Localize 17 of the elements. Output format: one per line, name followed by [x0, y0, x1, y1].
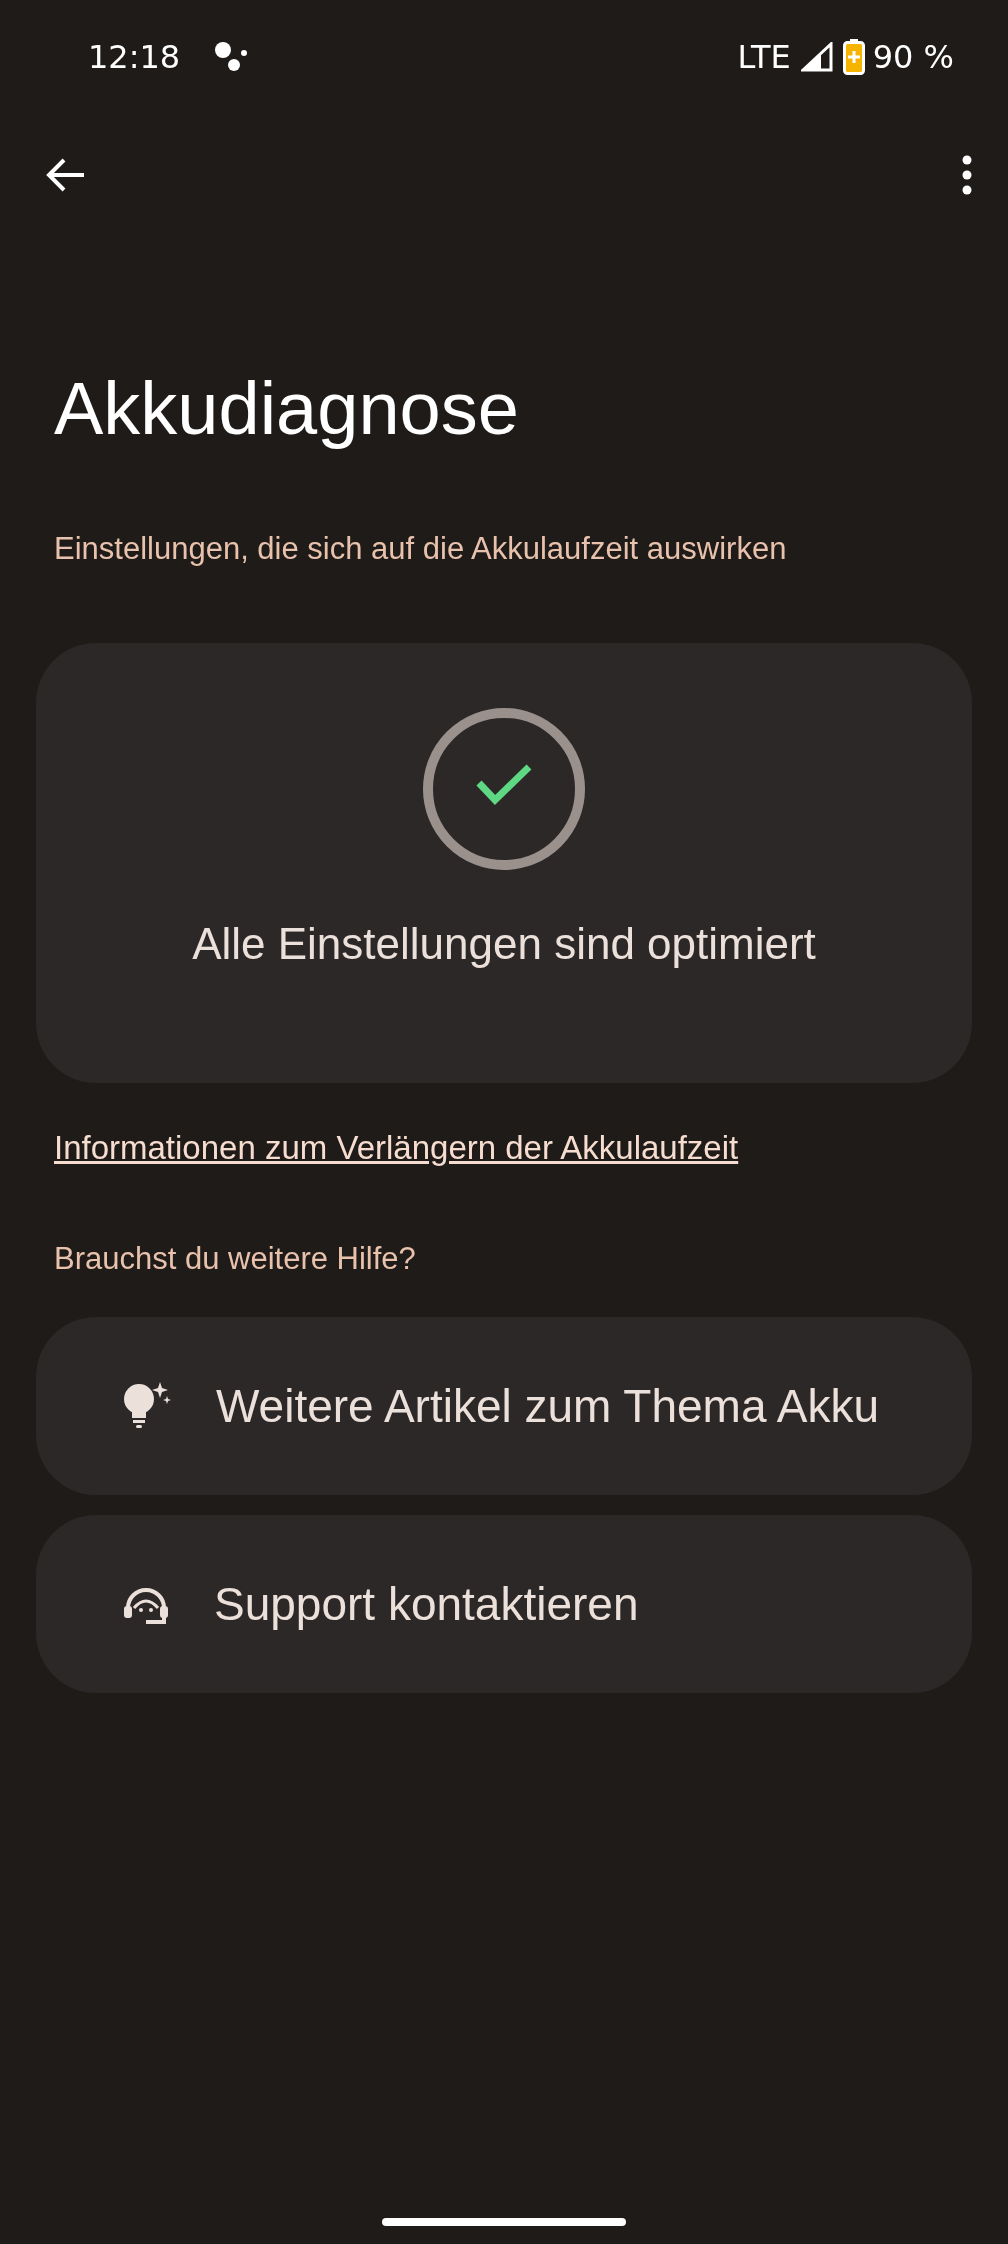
check-circle-icon	[422, 707, 586, 871]
assistant-dots-icon	[214, 41, 249, 73]
battery-icon	[842, 39, 865, 75]
more-options-icon[interactable]	[962, 155, 972, 195]
network-type: LTE	[737, 38, 791, 76]
status-time: 12:18	[88, 38, 181, 76]
info-link[interactable]: Informationen zum Verlängern der Akkulaufzeit	[54, 1129, 739, 1167]
help-item[interactable]: Weitere Artikel zum Thema Akku	[36, 1317, 972, 1495]
lightbulb-icon	[122, 1382, 172, 1430]
signal-icon	[800, 42, 833, 72]
section-heading: Einstellungen, die sich auf die Akkulaufzeit auswirken	[54, 531, 788, 567]
battery-percentage: 90 %	[872, 38, 954, 76]
page-title: Akkudiagnose	[54, 366, 520, 451]
status-message: Alle Einstellungen sind optimiert	[192, 919, 816, 969]
help-item[interactable]: Support kontaktieren	[36, 1515, 972, 1693]
help-heading: Brauchst du weitere Hilfe?	[54, 1241, 417, 1277]
back-arrow-icon[interactable]	[46, 157, 86, 193]
